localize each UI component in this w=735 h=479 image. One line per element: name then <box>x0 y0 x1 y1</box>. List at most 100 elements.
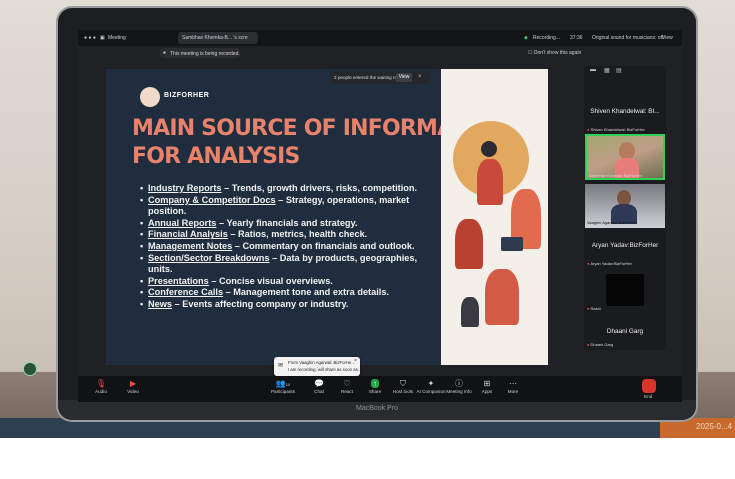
bullet-item: Financial Analysis – Ratios, metrics, he… <box>140 229 438 241</box>
end-label: End <box>644 394 653 399</box>
info-icon: ⓘ <box>455 379 463 388</box>
dhaani-name: Dhaani Garg <box>606 328 644 335</box>
meeting-icon: ▣ <box>100 35 105 41</box>
laptop-chin: MacBook Pro <box>58 400 696 420</box>
more-label: More <box>507 389 519 394</box>
participants-button[interactable]: 👥10 Participants <box>268 378 298 394</box>
recording-notice-text: This meeting is being recorded. <box>170 50 240 57</box>
speaker-name: Shiven Khandelwal: BI... <box>590 108 660 115</box>
heart-icon: ♡ <box>343 379 351 388</box>
meeting-info-label: Meeting Info <box>446 389 472 394</box>
bullet-item: Management Notes – Commentary on financi… <box>140 241 438 253</box>
audio-button[interactable]: 🎙 Audio <box>86 378 116 394</box>
video-tile-active-speaker[interactable]: Sambhav Khemka: BizForHer <box>585 134 665 180</box>
record-dot-icon: ● <box>163 50 167 56</box>
meeting-toolbar: 🎙 Audio ▶ Video 👥10 Participants 💬 Chat ♡ Rea… <box>78 376 682 402</box>
video-button[interactable]: ▶ Video <box>118 378 148 394</box>
react-label: React <box>340 389 353 394</box>
minimize-icon[interactable]: ▬ <box>590 67 596 73</box>
illustration-head <box>481 141 497 157</box>
video2-label: Vaaghin Agarwal: BizForHer <box>587 220 637 225</box>
waiting-room-text: 2 people entered the waiting room <box>334 75 404 80</box>
participants-label: Participants <box>270 389 295 394</box>
apps-label: Apps <box>481 389 493 394</box>
audio-label: Audio <box>95 389 107 394</box>
list-icon[interactable]: ▤ <box>616 67 622 74</box>
chat-label: Chat <box>314 389 324 394</box>
user-avatar[interactable] <box>23 362 37 376</box>
recording-status[interactable]: Recording... <box>533 35 560 41</box>
chat-button[interactable]: 💬 Chat <box>304 378 334 394</box>
waiting-room-view-button[interactable]: View <box>396 73 412 82</box>
camera-off-icon: ▶ <box>129 379 137 388</box>
mic-off-icon: 🎙 <box>95 379 107 388</box>
mic-muted-icon: ● <box>587 306 590 311</box>
bullet-item: Industry Reports – Trends, growth driver… <box>140 183 438 195</box>
chat-from: From Vaaghin Agarwal: BizForHe... <box>288 360 356 365</box>
host-tools-label: Host tools <box>392 389 414 394</box>
bullet-item: Annual Reports – Yearly financials and s… <box>140 218 438 230</box>
grid-icon[interactable]: ▦ <box>604 67 610 74</box>
desk-strip <box>0 418 660 438</box>
ai-companion-button[interactable]: ✦ AI Companion <box>416 378 446 394</box>
bullet-item: News – Events affecting company or indus… <box>140 299 438 311</box>
bullet-item: Company & Competitor Docs – Strategy, op… <box>140 195 438 218</box>
close-icon[interactable]: × <box>354 358 357 364</box>
video-label: Video <box>127 389 139 394</box>
bizforher-logo <box>140 87 160 107</box>
share-button[interactable]: ↑ Share <box>360 378 390 394</box>
chat-bubble-icon: ✉ <box>278 363 284 369</box>
speaker-label: ● Shiven Khandelwal: BizForHer <box>587 127 645 132</box>
bullet-item: Presentations – Concise visual overviews… <box>140 276 438 288</box>
tab-meeting[interactable]: Meeting <box>108 35 126 41</box>
more-button[interactable]: ⋯ More <box>498 378 528 394</box>
video1-label: Sambhav Khemka: BizForHer <box>589 173 642 178</box>
meeting-info-button[interactable]: ⓘ Meeting Info <box>444 378 474 394</box>
slide-bullets: Industry Reports – Trends, growth driver… <box>140 183 438 311</box>
video-tile[interactable]: Vaaghin Agarwal: BizForHer <box>585 184 665 228</box>
dont-show-again-checkbox[interactable]: ☐ Don't show this again <box>528 50 581 56</box>
aryan-name: Aryan Yadav:BizForHer <box>591 242 659 249</box>
recording-notice: ● This meeting is being recorded. <box>160 48 240 58</box>
corner-timestamp: 2025-0...4 <box>696 422 733 431</box>
end-button[interactable] <box>642 379 656 393</box>
sparkle-icon: ✦ <box>427 379 435 388</box>
rashi-label: ● Rashi <box>587 306 601 311</box>
white-margin <box>0 438 735 479</box>
view-menu[interactable]: View <box>662 35 673 41</box>
illustration-person <box>455 219 483 269</box>
chat-icon: 💬 <box>314 379 324 388</box>
tab-share[interactable]: Sambhav Khemka-B... 's scre <box>182 35 248 41</box>
illustration-person <box>477 159 503 205</box>
waiting-room-banner: 2 people entered the waiting room View × <box>330 71 430 84</box>
bullet-item: Section/Sector Breakdowns – Data by prod… <box>140 253 438 276</box>
mic-muted-icon: ● <box>587 127 590 132</box>
react-button[interactable]: ♡ React <box>332 378 362 394</box>
chat-notification[interactable]: ✉ From Vaaghin Agarwal: BizForHe... I am… <box>274 357 362 376</box>
shield-icon: ⛉ <box>400 379 406 388</box>
participants-icon: 👥10 <box>275 379 291 388</box>
more-icon: ⋯ <box>509 379 517 388</box>
ai-companion-label: AI Companion <box>416 389 446 394</box>
shield-icon: ◆ <box>524 35 528 41</box>
bezel-label: MacBook Pro <box>355 405 399 412</box>
laptop-screen: ● ● ● ▣ Meeting Sambhav Khemka-B... 's s… <box>78 30 682 402</box>
zoom-title-bar: ● ● ● ▣ Meeting Sambhav Khemka-B... 's s… <box>78 30 682 46</box>
slide-illustration <box>441 69 548 365</box>
panel-view-icons[interactable]: ▬ ▦ ▤ <box>584 66 666 76</box>
laptop-illustration <box>501 237 523 251</box>
rashi-avatar[interactable] <box>606 274 644 306</box>
participants-panel: ▬ ▦ ▤ Shiven Khandelwal: BI... ● Shiven … <box>584 66 666 350</box>
mic-muted-icon: ● <box>587 342 590 347</box>
window-controls[interactable]: ● ● ● <box>84 35 96 41</box>
original-sound-toggle[interactable]: Original sound for musicians: off <box>592 35 663 41</box>
close-icon[interactable]: × <box>418 74 422 80</box>
chat-message: I am recording, will share as soon as... <box>288 367 362 372</box>
slide-brand: BIZFORHER <box>164 92 210 99</box>
meeting-timer: 37:36 <box>570 35 583 41</box>
share-label: Share <box>368 389 382 394</box>
illustration-person <box>485 269 519 325</box>
illustration-legs <box>461 297 479 327</box>
host-tools-button[interactable]: ⛉ Host tools <box>388 378 418 394</box>
dont-show-again-label: Don't show this again <box>533 50 582 56</box>
